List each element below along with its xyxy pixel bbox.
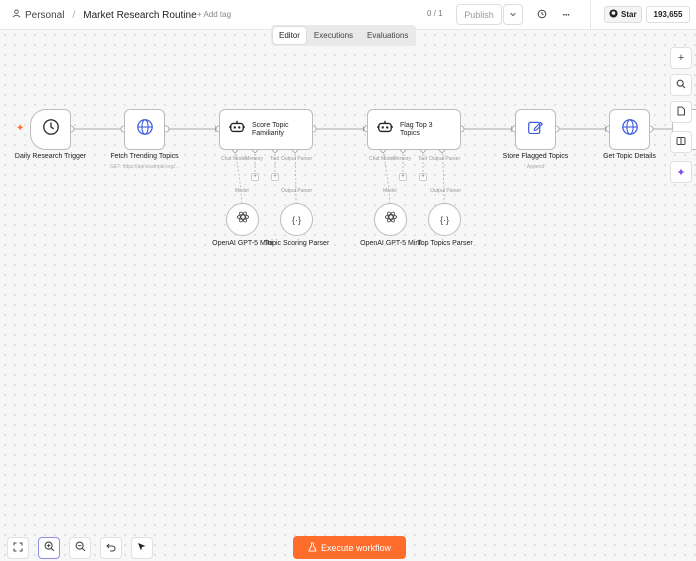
connector-label-tool-2: Tool [418,156,428,162]
add-memory-button[interactable]: + [251,173,259,181]
node-topic-scoring-parser[interactable]: {·} [280,203,313,236]
zoom-in-button[interactable] [38,537,60,559]
connector-label-chat-model-2: Chat Model [369,156,395,162]
fit-view-button[interactable] [7,537,29,559]
node-fetch-trending-topics[interactable] [124,109,165,150]
add-tool-button[interactable]: + [271,173,279,181]
sub-node-label-parser-2: Top Topics Parser [417,240,473,247]
node-openai-gpt-5-mini-2[interactable] [374,203,407,236]
ai-assistant-button[interactable]: ✦ [670,161,692,183]
node-top-topics-parser[interactable]: {·} [428,203,461,236]
globe-icon [136,118,154,141]
edit-icon [527,119,544,141]
zoom-out-icon [75,541,86,555]
node-daily-research-trigger[interactable] [30,109,71,150]
node-get-topic-details[interactable] [609,109,650,150]
add-memory-button-2[interactable]: + [399,173,407,181]
node-label-fetch: Fetch Trending Topics [110,153,179,160]
fit-view-icon [13,542,23,555]
zoom-out-button[interactable] [69,537,91,559]
node-label-score: Score Topic Familiarity [252,121,289,137]
node-openai-gpt-5-mini-1[interactable] [226,203,259,236]
clock-icon [42,118,60,141]
connections-layer [67,125,696,206]
sub-node-label-parser-1: Topic Scoring Parser [264,240,330,247]
robot-icon [376,119,394,140]
add-sticky-note-button[interactable] [670,101,692,123]
node-store-flagged-topics[interactable] [515,109,556,150]
undo-icon [106,542,116,555]
search-icon [676,79,686,92]
undo-button[interactable] [100,537,122,559]
node-label-details: Get Topic Details [603,153,656,160]
openai-icon [236,210,250,229]
execute-workflow-label: Execute workflow [320,542,392,553]
add-node-button[interactable]: + [670,47,692,69]
code-braces-icon: {·} [439,214,449,225]
node-subtitle-fetch: GET: https://api.example.org/... [110,164,179,170]
search-nodes-button[interactable] [670,74,692,96]
node-score-topic-familiarity[interactable]: Score Topic Familiarity [219,109,313,150]
toggle-panel-button[interactable] [670,131,692,153]
code-braces-icon: {·} [291,214,301,225]
flask-icon [308,542,317,554]
globe-icon [621,118,639,141]
node-label-trigger: Daily Research Trigger [14,153,87,160]
node-label-store: Store Flagged Topics [502,153,569,160]
pointer-mode-button[interactable] [131,537,153,559]
pointer-icon [137,542,147,555]
node-flag-top-3-topics[interactable]: Flag Top 3 Topics [367,109,461,150]
connector-label-memory-1: Memory [245,156,264,162]
zoom-in-icon [44,541,55,555]
robot-icon [228,119,246,140]
connector-label-output-parser-2b: Output Parser [430,188,462,194]
connector-label-tool-1: Tool [270,156,280,162]
connector-label-output-parser-1b: Output Parser [281,188,313,194]
plus-icon: + [677,52,685,64]
execute-workflow-button[interactable]: Execute workflow [293,536,406,559]
node-subtitle-store: Append [526,164,545,170]
connector-label-output-parser-2: Output Parser [429,156,461,162]
panel-icon [676,136,686,149]
add-tool-button-2[interactable]: + [419,173,427,181]
sparkle-icon: ✦ [676,166,686,179]
openai-icon [384,210,398,229]
trigger-bolt-icon: ✦ [16,123,25,134]
connector-label-chat-model-1: Chat Model [221,156,247,162]
node-label-flag: Flag Top 3 Topics [400,121,433,137]
connector-label-model-1: Model [235,188,249,194]
connector-label-model-2: Model [383,188,397,194]
connector-label-output-parser-1: Output Parser [281,156,313,162]
connector-label-memory-2: Memory [393,156,412,162]
note-icon [676,106,686,119]
